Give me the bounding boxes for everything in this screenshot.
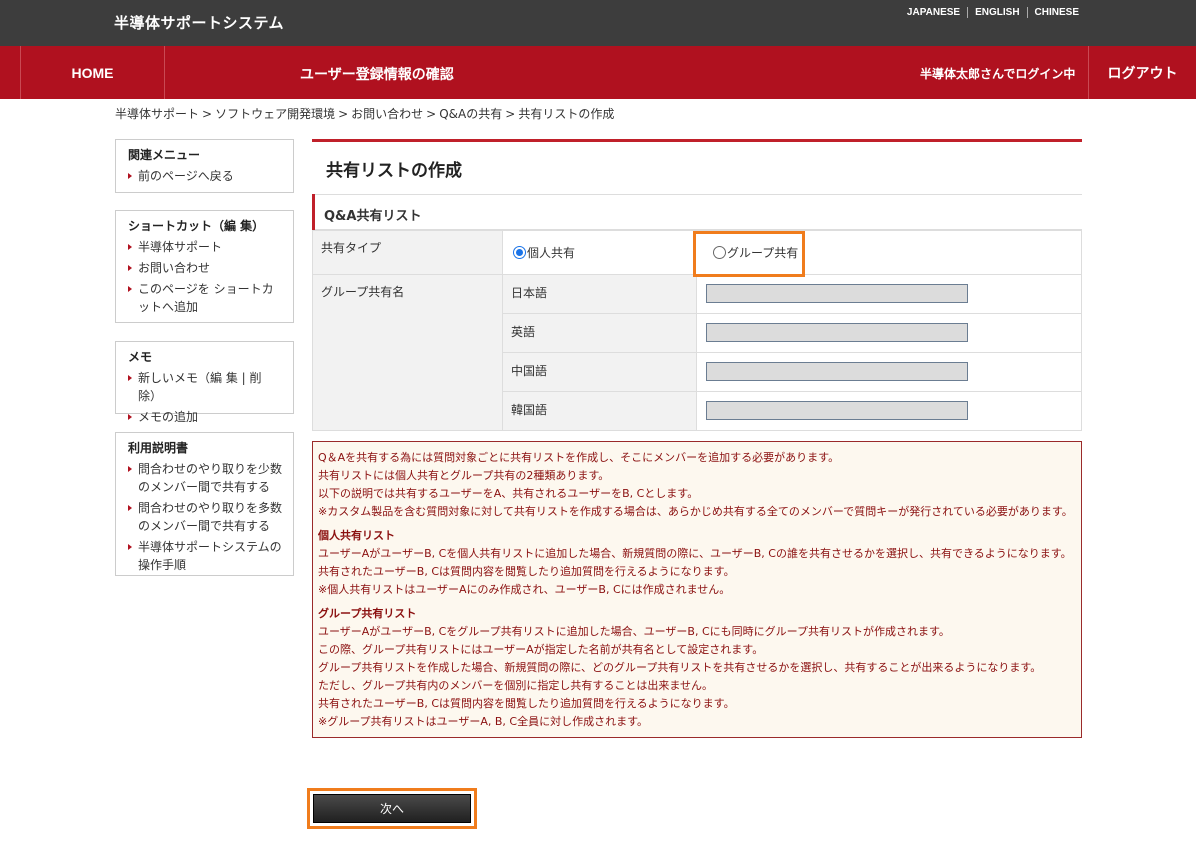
lang-chinese[interactable]: CHINESE	[1026, 7, 1086, 18]
input-cell	[696, 391, 1082, 431]
note-line: グループ共有リストを作成した場合、新規質問の際に、どのグループ共有リストを共有さ…	[318, 661, 1042, 674]
lang-japanese[interactable]: JAPANESE	[900, 7, 967, 18]
language-links: JAPANESE ENGLISH CHINESE	[900, 7, 1086, 18]
note-line: ※グループ共有リストはユーザーA, B, C全員に対し作成されます。	[318, 715, 648, 728]
breadcrumb-item[interactable]: 半導体サポート	[115, 107, 199, 121]
radio-personal[interactable]: 個人共有	[513, 244, 575, 261]
breadcrumb-current: 共有リストの作成	[518, 107, 615, 121]
note-line: 以下の説明では共有するユーザーをA、共有されるユーザーをB, Cとします。	[318, 487, 699, 500]
logout-button[interactable]: ログアウト	[1088, 46, 1196, 99]
lang-label-en: 英語	[502, 313, 697, 353]
radio-personal-label: 個人共有	[527, 246, 576, 260]
share-type-cell: 個人共有 グループ共有	[502, 230, 1082, 277]
guide-link[interactable]: 問合わせのやり取りを少数のメンバー間で共有する	[128, 460, 283, 496]
input-cell	[696, 274, 1082, 314]
input-cell	[696, 313, 1082, 353]
next-button[interactable]: 次へ	[313, 794, 471, 823]
share-list-form: 共有タイプ 個人共有 グループ共有 グループ共有名 日本語 英語 中国語 韓国語	[312, 230, 1082, 431]
breadcrumb-separator: >	[338, 107, 349, 121]
breadcrumb-item[interactable]: Q&Aの共有	[439, 107, 502, 121]
lang-label-ko: 韓国語	[502, 391, 697, 431]
note-line: ※個人共有リストはユーザーAにのみ作成され、ユーザーB, Cには作成されません。	[318, 583, 731, 596]
shortcut-link[interactable]: 半導体サポート	[128, 238, 283, 256]
group-name-ja-input[interactable]	[706, 284, 968, 303]
group-list-heading: グループ共有リスト	[318, 607, 417, 620]
breadcrumb-separator: >	[202, 107, 213, 121]
note-line: ※カスタム製品を含む質問対象に対して共有リストを作成する場合は、あらかじめ共有す…	[318, 505, 1073, 518]
lang-label-ja: 日本語	[502, 274, 697, 314]
personal-list-heading: 個人共有リスト	[318, 529, 395, 542]
guide-link[interactable]: 問合わせのやり取りを多数のメンバー間で共有する	[128, 499, 283, 535]
lang-label-zh: 中国語	[502, 352, 697, 392]
note-line: 共有されたユーザーB, Cは質問内容を閲覧したり追加質問を行えるようになります。	[318, 565, 735, 578]
group-name-label: グループ共有名	[312, 274, 503, 431]
breadcrumb-item[interactable]: お問い合わせ	[351, 107, 423, 121]
note-line: この際、グループ共有リストにはユーザーAが指定した名前が共有名として設定されます…	[318, 643, 764, 656]
share-type-radios: 個人共有 グループ共有	[503, 231, 1081, 277]
login-status: 半導体太郎さんでログイン中	[920, 67, 1076, 81]
group-name-ko-input[interactable]	[706, 401, 968, 420]
share-type-label: 共有タイプ	[312, 230, 503, 275]
breadcrumb-item[interactable]: ソフトウェア開発環境	[215, 107, 335, 121]
radio-group[interactable]: グループ共有	[713, 244, 798, 261]
lang-english[interactable]: ENGLISH	[967, 7, 1026, 18]
memo-title: メモ	[128, 350, 153, 364]
guide-link[interactable]: 半導体サポートシステムの操作手順	[128, 538, 283, 574]
explanation-notes: Q＆Aを共有する為には質問対象ごとに共有リストを作成し、そこにメンバーを追加する…	[312, 441, 1082, 738]
note-line: Q＆Aを共有する為には質問対象ごとに共有リストを作成し、そこにメンバーを追加する…	[318, 451, 840, 464]
nav-page-title: ユーザー登録情報の確認	[300, 67, 454, 83]
site-title[interactable]: 半導体サポートシステム	[114, 12, 284, 33]
radio-group-label: グループ共有	[727, 246, 799, 260]
breadcrumb-separator: >	[505, 107, 516, 121]
input-cell	[696, 352, 1082, 392]
note-line: 共有リストには個人共有とグループ共有の2種類あります。	[318, 469, 610, 482]
page-title: 共有リストの作成	[326, 161, 462, 181]
note-line: ユーザーAがユーザーB, Cをグループ共有リストに追加した場合、ユーザーB, C…	[318, 625, 950, 638]
main-content: 共有リストの作成 Q&A共有リスト 共有タイプ 個人共有 グループ共有 グループ…	[312, 139, 1082, 738]
radio-personal-checked[interactable]	[513, 246, 526, 259]
related-menu-box: 関連メニュー 前のページへ戻る	[115, 139, 294, 193]
shortcut-box: ショートカット（編 集） 半導体サポート お問い合わせ このページを ショートカ…	[115, 210, 294, 323]
radio-group-unchecked[interactable]	[713, 246, 726, 259]
section-title: Q&A共有リスト	[312, 194, 1082, 230]
add-shortcut-link[interactable]: このページを ショートカットへ追加	[128, 280, 283, 316]
top-bar: 半導体サポートシステム JAPANESE ENGLISH CHINESE	[0, 0, 1196, 46]
add-memo-link[interactable]: メモの追加	[128, 408, 283, 426]
note-line: ただし、グループ共有内のメンバーを個別に指定し共有することは出来ません。	[318, 679, 714, 692]
related-menu-title: 関連メニュー	[128, 148, 201, 162]
next-button-highlight: 次へ	[307, 788, 477, 829]
guide-title: 利用説明書	[128, 441, 189, 455]
shortcut-link[interactable]: お問い合わせ	[128, 259, 283, 277]
new-memo-link[interactable]: 新しいメモ（編 集 | 削 除）	[128, 369, 283, 405]
back-link[interactable]: 前のページへ戻る	[128, 167, 283, 185]
note-line: 共有されたユーザーB, Cは質問内容を閲覧したり追加質問を行えるようになります。	[318, 697, 735, 710]
group-name-en-input[interactable]	[706, 323, 968, 342]
breadcrumb-separator: >	[426, 107, 437, 121]
shortcut-title: ショートカット（編 集）	[128, 219, 265, 233]
page-title-box: 共有リストの作成	[312, 139, 1082, 194]
nav-home-button[interactable]: HOME	[20, 46, 165, 99]
guide-box: 利用説明書 問合わせのやり取りを少数のメンバー間で共有する 問合わせのやり取りを…	[115, 432, 294, 576]
main-nav: HOME ユーザー登録情報の確認 半導体太郎さんでログイン中 ログアウト	[0, 46, 1196, 99]
note-line: ユーザーAがユーザーB, Cを個人共有リストに追加した場合、新規質問の際に、ユー…	[318, 547, 1072, 560]
group-name-zh-input[interactable]	[706, 362, 968, 381]
memo-box: メモ 新しいメモ（編 集 | 削 除） メモの追加	[115, 341, 294, 424]
breadcrumb: 半導体サポート > ソフトウェア開発環境 > お問い合わせ > Q&Aの共有 > 共有リストの作…	[115, 105, 614, 122]
